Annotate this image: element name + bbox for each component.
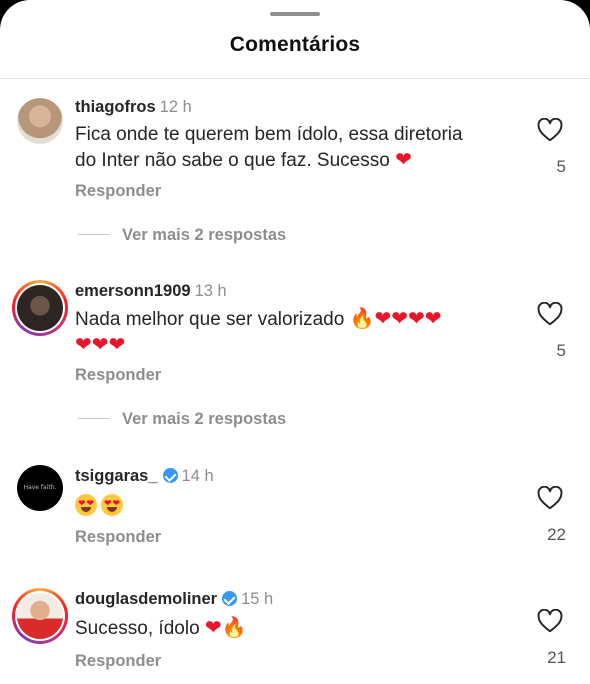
like-count: 5 — [556, 157, 566, 176]
reply-button[interactable]: Responder — [75, 182, 161, 201]
like-count: 21 — [547, 648, 566, 667]
comment-time: 13 h — [194, 282, 227, 300]
like-count: 22 — [547, 525, 566, 544]
view-more-replies[interactable]: Ver mais 2 respostas — [78, 410, 286, 429]
comment-time: 12 h — [159, 98, 192, 116]
sheet-title: Comentários — [229, 33, 361, 56]
comment-username[interactable]: thiagofros — [75, 98, 156, 116]
comment-username[interactable]: douglasdemoliner — [75, 590, 217, 608]
comment-text: Fica onde te querem bem ídolo, essa dire… — [75, 122, 505, 173]
fire-emoji: 🔥 — [221, 615, 247, 639]
avatar[interactable] — [12, 280, 68, 336]
heart-outline-icon[interactable] — [537, 302, 563, 326]
red-heart-emoji: ❤❤❤ — [75, 332, 126, 356]
avatar[interactable]: Have faith. — [17, 465, 63, 511]
comment-text: Nada melhor que ser valorizado 🔥❤❤❤❤ ❤❤❤ — [75, 306, 505, 358]
comment-text-line: do Inter não sabe o que faz. Sucesso — [75, 150, 396, 171]
heart-outline-icon[interactable] — [537, 609, 563, 633]
heart-outline-icon[interactable] — [537, 118, 563, 142]
comment-time: 14 h — [181, 467, 214, 485]
header-divider — [0, 78, 590, 79]
avatar[interactable] — [17, 98, 63, 144]
comment-text-line: Nada melhor que ser valorizado — [75, 309, 350, 330]
fire-emoji: 🔥 — [349, 306, 375, 330]
reply-button[interactable]: Responder — [75, 366, 161, 385]
red-heart-emoji: ❤❤❤❤ — [374, 306, 442, 330]
red-heart-emoji: ❤ — [204, 615, 222, 639]
view-more-label: Ver mais 2 respostas — [122, 410, 287, 428]
heart-eyes-emoji: ❤ ❤ — [101, 494, 123, 516]
view-more-label: Ver mais 2 respostas — [122, 226, 287, 244]
avatar[interactable] — [12, 588, 68, 644]
comment-username[interactable]: emersonn1909 — [75, 282, 191, 300]
replies-line — [78, 418, 110, 419]
comment-text: Sucesso, ídolo ❤🔥 — [75, 615, 505, 641]
verified-badge-icon — [162, 468, 178, 483]
comment-text: ❤ ❤ ❤ ❤ — [75, 494, 505, 519]
comment-text-line: Sucesso, ídolo — [75, 618, 205, 639]
comment-time: 15 h — [241, 590, 274, 608]
replies-line — [78, 234, 110, 235]
red-heart-emoji: ❤ — [395, 147, 412, 171]
reply-button[interactable]: Responder — [75, 528, 161, 547]
view-more-replies[interactable]: Ver mais 2 respostas — [78, 226, 286, 245]
drag-handle[interactable] — [270, 12, 320, 16]
verified-badge-icon — [222, 591, 238, 606]
like-count: 5 — [556, 341, 566, 360]
comment-text-line: Fica onde te querem bem ídolo, essa dire… — [75, 124, 463, 145]
comment-username[interactable]: tsiggaras_ — [75, 467, 158, 485]
reply-button[interactable]: Responder — [75, 652, 161, 671]
avatar-caption: Have faith. — [23, 484, 57, 491]
heart-outline-icon[interactable] — [537, 486, 563, 510]
heart-eyes-emoji: ❤ ❤ — [75, 494, 97, 516]
comments-sheet: Comentários thiagofros 12 h Fica onde te … — [0, 0, 590, 684]
